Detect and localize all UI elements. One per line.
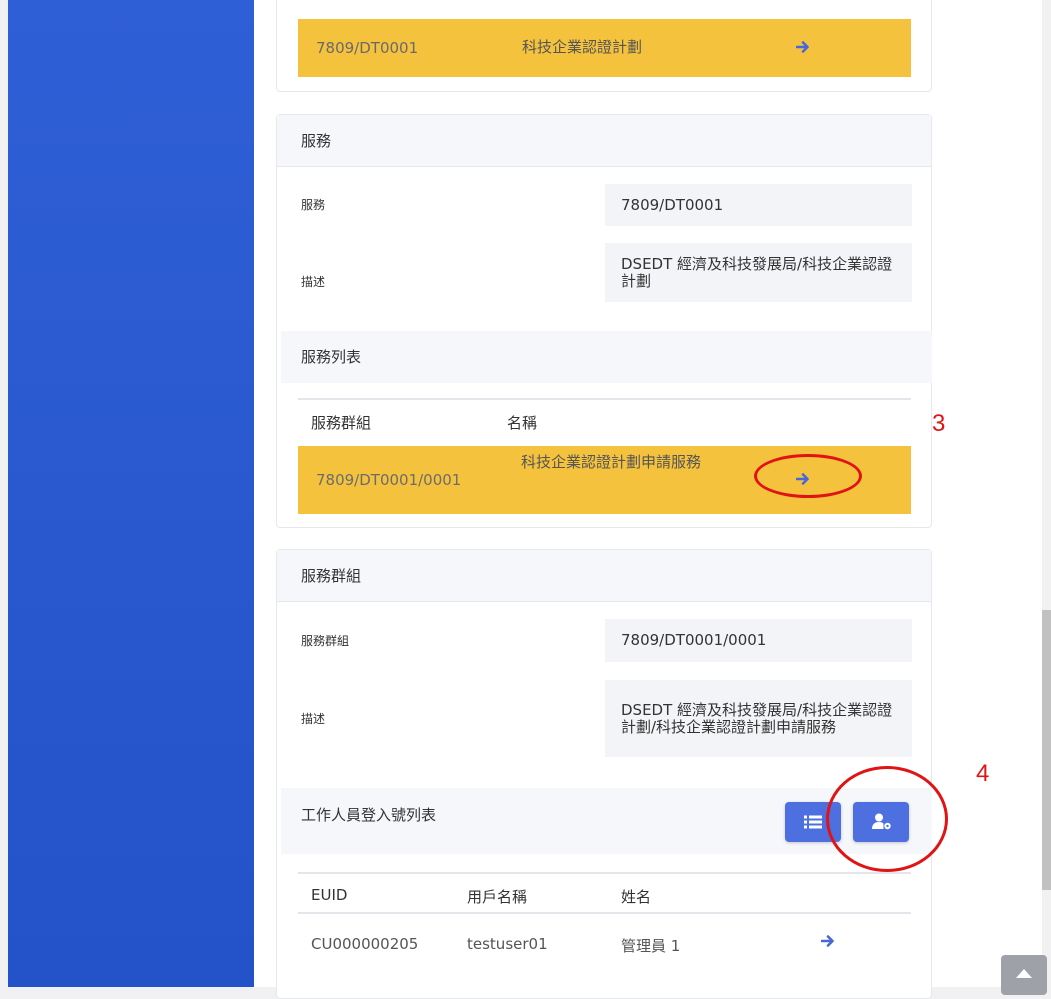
table-header-euid: EUID bbox=[311, 886, 348, 904]
table-header-username: 用戶名稱 bbox=[467, 888, 528, 906]
description-label: 描述 bbox=[301, 275, 326, 289]
description-value: DSEDT 經濟及科技發展局/科技企業認證計劃 bbox=[605, 243, 912, 302]
table-top-border bbox=[298, 398, 911, 400]
annotation-step-4: 4 bbox=[976, 760, 990, 787]
service-group-value: 7809/DT0001/0001 bbox=[605, 619, 912, 662]
service-label: 服務 bbox=[301, 198, 326, 212]
staff-login-list-title-text: 工作人員登入號列表 bbox=[301, 806, 437, 824]
service-group-code: 7809/DT0001/0001 bbox=[316, 471, 462, 489]
service-row-highlighted[interactable]: 7809/DT0001 科技企業認證計劃 bbox=[298, 19, 911, 77]
service-name: 科技企業認證計劃 bbox=[522, 38, 643, 56]
staff-username: testuser01 bbox=[467, 935, 548, 953]
table-header-fullname: 姓名 bbox=[621, 888, 652, 906]
group-description-value: DSEDT 經濟及科技發展局/科技企業認證計劃/科技企業認證計劃申請服務 bbox=[605, 680, 912, 757]
arrow-right-icon[interactable] bbox=[796, 40, 810, 54]
list-icon bbox=[804, 815, 822, 829]
annotation-ellipse-3 bbox=[754, 454, 862, 498]
table-header-group: 服務群組 bbox=[311, 414, 372, 432]
service-list-title: 服務列表 bbox=[281, 331, 932, 383]
sidebar bbox=[8, 0, 254, 987]
scrollbar-thumb[interactable] bbox=[1042, 610, 1051, 890]
service-group-name: 科技企業認證計劃申請服務 bbox=[521, 453, 702, 471]
arrow-right-icon[interactable] bbox=[821, 934, 835, 948]
staff-table-row[interactable]: CU000000205 testuser01 管理員 1 bbox=[298, 914, 911, 974]
group-description-label: 描述 bbox=[301, 712, 326, 726]
staff-euid: CU000000205 bbox=[311, 935, 419, 953]
service-value: 7809/DT0001 bbox=[605, 184, 912, 226]
service-group-section-title: 服務群組 bbox=[277, 550, 931, 602]
staff-table-top-border bbox=[298, 872, 911, 874]
caret-up-icon bbox=[1016, 969, 1032, 978]
service-group-label: 服務群組 bbox=[301, 634, 350, 648]
service-section-title: 服務 bbox=[277, 115, 931, 167]
back-to-top-button[interactable] bbox=[1001, 955, 1047, 995]
annotation-step-3: 3 bbox=[932, 410, 946, 437]
service-card-top: 7809/DT0001 科技企業認證計劃 bbox=[276, 0, 932, 92]
annotation-ellipse-4 bbox=[826, 766, 948, 872]
service-code: 7809/DT0001 bbox=[316, 39, 419, 57]
staff-fullname: 管理員 1 bbox=[621, 937, 681, 955]
table-header-name: 名稱 bbox=[507, 414, 538, 432]
service-group-card: 服務群組 服務群組 7809/DT0001/0001 描述 DSEDT 經濟及科… bbox=[276, 549, 932, 999]
